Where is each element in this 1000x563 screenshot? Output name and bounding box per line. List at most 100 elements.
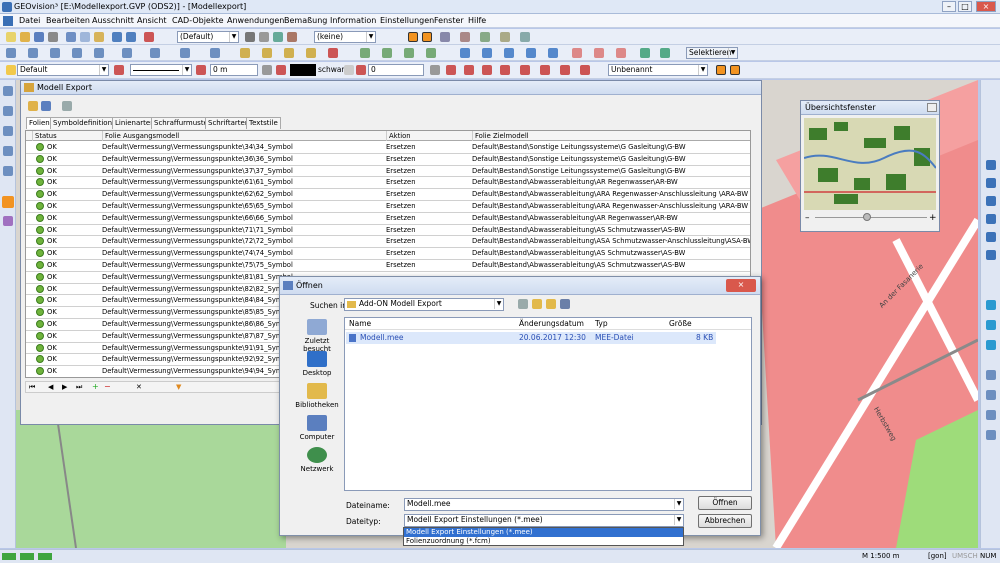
paste-icon[interactable] xyxy=(94,32,104,42)
filetype-option-fcm[interactable]: Folienzuordnung (*.fcm) xyxy=(404,537,683,546)
menu-ansicht[interactable]: Ansicht xyxy=(137,16,167,25)
nav-add-button[interactable]: + xyxy=(92,382,99,391)
color-swatch[interactable] xyxy=(290,64,316,76)
measure-icon[interactable] xyxy=(287,32,297,42)
overview-map[interactable] xyxy=(804,118,936,210)
zoom-out-icon[interactable] xyxy=(986,178,996,188)
table-row[interactable]: OK Default\Vermessung\Vermessungspunkte\7… xyxy=(26,248,750,260)
edit-text-icon[interactable] xyxy=(284,48,294,58)
col-folie-ausgang[interactable]: Folie Ausgangsmodell xyxy=(102,131,179,141)
menu-bearbeiten[interactable]: Bearbeiten xyxy=(46,16,90,25)
menu-cad-objekte[interactable]: CAD-Objekte xyxy=(172,16,224,25)
edit-table-icon[interactable] xyxy=(306,48,316,58)
snap-orange2-icon[interactable] xyxy=(730,65,740,75)
table-row[interactable]: OK Default\Vermessung\Vermessungspunkte\7… xyxy=(26,236,750,249)
left-tool-4-icon[interactable] xyxy=(3,146,13,156)
close-button[interactable]: × xyxy=(976,1,996,12)
angle-input[interactable]: 0 xyxy=(368,64,424,76)
cancel-button[interactable]: Abbrechen xyxy=(698,514,752,528)
redo-icon[interactable] xyxy=(126,32,136,42)
export-save-icon[interactable] xyxy=(41,101,51,111)
angle-icon[interactable] xyxy=(356,65,366,75)
draw-text-icon[interactable] xyxy=(150,48,160,58)
col-type[interactable]: Typ xyxy=(595,319,608,328)
prop6-icon[interactable] xyxy=(540,65,550,75)
tool2-icon[interactable] xyxy=(460,32,470,42)
open-dialog-close-button[interactable]: × xyxy=(726,279,756,292)
filetype-select[interactable]: Modell Export Einstellungen (*.mee) ▼ xyxy=(404,514,684,527)
tool5-icon[interactable] xyxy=(520,32,530,42)
col-status[interactable]: Status xyxy=(32,131,57,141)
menu-hilfe[interactable]: Hilfe xyxy=(468,16,486,25)
col-name[interactable]: Name xyxy=(349,319,371,328)
table-row[interactable]: OK Default\Vermessung\Vermessungspunkte\3… xyxy=(26,154,750,166)
color-dropdown-icon[interactable] xyxy=(344,65,354,75)
draw-rect-icon[interactable] xyxy=(94,48,104,58)
name-combo[interactable]: Unbenannt ▼ xyxy=(608,64,708,76)
right-tool-10-icon[interactable] xyxy=(986,370,996,380)
left-tool-2-icon[interactable] xyxy=(3,106,13,116)
back-icon[interactable] xyxy=(518,299,528,309)
filename-input[interactable]: Modell.mee ▼ xyxy=(404,498,684,511)
open-button[interactable]: Öffnen xyxy=(698,496,752,510)
prop5-icon[interactable] xyxy=(520,65,530,75)
fill-orange-icon[interactable] xyxy=(408,32,418,42)
overview-zoom-in-button[interactable]: + xyxy=(929,213,937,223)
overview-zoom-out-button[interactable]: – xyxy=(805,213,810,223)
col-folie-ziel[interactable]: Folie Zielmodell xyxy=(472,131,529,141)
overview-zoom-slider[interactable] xyxy=(815,217,927,227)
new-icon[interactable] xyxy=(6,32,16,42)
menu-einstellungen[interactable]: Einstellungen xyxy=(380,16,434,25)
tab-textstile[interactable]: Textstile xyxy=(246,117,281,129)
tool4-icon[interactable] xyxy=(500,32,510,42)
left-tool-3-icon[interactable] xyxy=(3,126,13,136)
right-tool-7-icon[interactable] xyxy=(986,300,996,310)
dimension3-icon[interactable] xyxy=(404,48,414,58)
right-tool-8-icon[interactable] xyxy=(986,320,996,330)
prop1-icon[interactable] xyxy=(446,65,456,75)
left-tool-6-icon[interactable] xyxy=(3,216,13,226)
select-sel-icon[interactable] xyxy=(572,48,582,58)
overview-close-button[interactable] xyxy=(927,103,937,112)
minimize-button[interactable]: – xyxy=(942,1,956,12)
linewidth-icon[interactable] xyxy=(196,65,206,75)
info5-icon[interactable] xyxy=(548,48,558,58)
menu-datei[interactable]: Datei xyxy=(19,16,40,25)
draw-symbol-icon[interactable] xyxy=(180,48,190,58)
table-icon[interactable] xyxy=(640,48,650,58)
table-row[interactable]: OK Default\Vermessung\Vermessungspunkte\6… xyxy=(26,189,750,201)
menu-information[interactable]: Information xyxy=(330,16,376,25)
edit-rotate-icon[interactable] xyxy=(262,48,272,58)
width-input[interactable]: 0 m xyxy=(210,64,258,76)
nav-last-button[interactable]: ⏭ xyxy=(76,383,82,392)
right-tool-13-icon[interactable] xyxy=(986,430,996,440)
zoom-window-icon[interactable] xyxy=(986,196,996,206)
menu-anwendungen[interactable]: Anwendungen xyxy=(227,16,284,25)
overview-slider-thumb[interactable] xyxy=(863,213,871,221)
lock-icon[interactable] xyxy=(430,65,440,75)
menu-bemassung[interactable]: Bemaßung xyxy=(284,16,327,25)
menu-fenster[interactable]: Fenster xyxy=(434,16,464,25)
right-tool-9-icon[interactable] xyxy=(986,340,996,350)
menu-ausschnitt[interactable]: Ausschnitt xyxy=(92,16,134,25)
undo-icon[interactable] xyxy=(112,32,122,42)
col-size[interactable]: Größe xyxy=(669,319,692,328)
layer-props-icon[interactable] xyxy=(114,65,124,75)
prop8-icon[interactable] xyxy=(580,65,590,75)
print-icon[interactable] xyxy=(48,32,58,42)
fill-orange2-icon[interactable] xyxy=(422,32,432,42)
info4-icon[interactable] xyxy=(526,48,536,58)
tool3-icon[interactable] xyxy=(480,32,490,42)
snap-orange-icon[interactable] xyxy=(716,65,726,75)
table-row[interactable]: OK Default\Vermessung\Vermessungspunkte\7… xyxy=(26,260,750,272)
style-combo[interactable]: (Default) ▼ xyxy=(177,31,239,43)
left-tool-5-icon[interactable] xyxy=(3,166,13,176)
table-row[interactable]: OK Default\Vermessung\Vermessungspunkte\6… xyxy=(26,201,750,213)
right-tool-12-icon[interactable] xyxy=(986,410,996,420)
dimension2-icon[interactable] xyxy=(382,48,392,58)
layer-icon[interactable] xyxy=(144,32,154,42)
dimension-icon[interactable] xyxy=(360,48,370,58)
layer-combo[interactable]: Default ▼ xyxy=(17,64,109,76)
info3-icon[interactable] xyxy=(504,48,514,58)
select-button[interactable]: Selektieren ▼ xyxy=(686,47,738,59)
